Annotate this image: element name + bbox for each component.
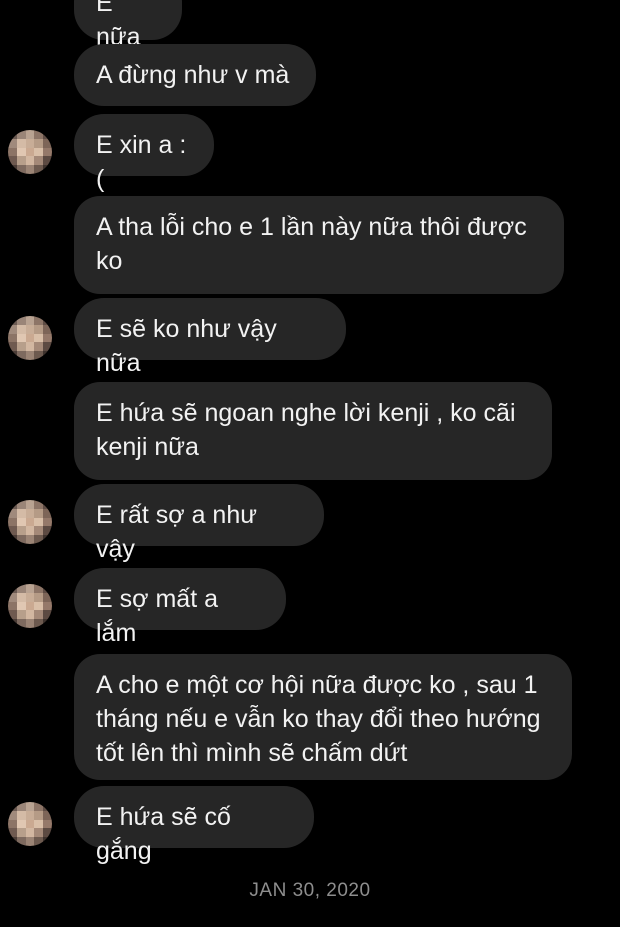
contact-avatar-icon[interactable]	[8, 802, 52, 846]
message-thread: E nữa A đừng như v mà E xin a :( A tha l…	[0, 0, 620, 927]
message-text: E sẽ ko như vậy nữa	[96, 315, 277, 377]
message-bubble[interactable]: E rất sợ a như vậy	[74, 484, 324, 563]
contact-avatar-icon[interactable]	[8, 500, 52, 544]
message-text: A tha lỗi cho e 1 lần này nữa thôi được …	[96, 213, 527, 275]
contact-avatar-icon[interactable]	[8, 584, 52, 628]
message-text: E hứa sẽ cố gắng	[96, 803, 231, 865]
message-text: E sợ mất a lắm	[96, 585, 218, 647]
message-bubble[interactable]: A tha lỗi cho e 1 lần này nữa thôi được …	[74, 196, 564, 294]
date-separator: JAN 30, 2020	[249, 880, 371, 901]
message-text: A cho e một cơ hội nữa được ko , sau 1 t…	[96, 671, 541, 767]
message-bubble[interactable]: E sợ mất a lắm	[74, 568, 286, 647]
message-bubble[interactable]: E hứa sẽ ngoan nghe lời kenji , ko cãi k…	[74, 382, 552, 480]
message-text: E xin a :(	[96, 131, 187, 193]
message-text: A đừng như v mà	[96, 61, 290, 89]
message-bubble[interactable]: E nữa	[74, 0, 182, 51]
message-text: E hứa sẽ ngoan nghe lời kenji , ko cãi k…	[96, 399, 516, 461]
message-bubble[interactable]: E sẽ ko như vậy nữa	[74, 298, 346, 377]
message-bubble[interactable]: E hứa sẽ cố gắng	[74, 786, 314, 865]
message-text: E rất sợ a như vậy	[96, 501, 257, 563]
message-bubble[interactable]: A cho e một cơ hội nữa được ko , sau 1 t…	[74, 654, 572, 780]
message-bubble[interactable]: A đừng như v mà	[74, 44, 316, 106]
contact-avatar-icon[interactable]	[8, 316, 52, 360]
contact-avatar-icon[interactable]	[8, 130, 52, 174]
message-bubble[interactable]: E xin a :(	[74, 114, 214, 193]
